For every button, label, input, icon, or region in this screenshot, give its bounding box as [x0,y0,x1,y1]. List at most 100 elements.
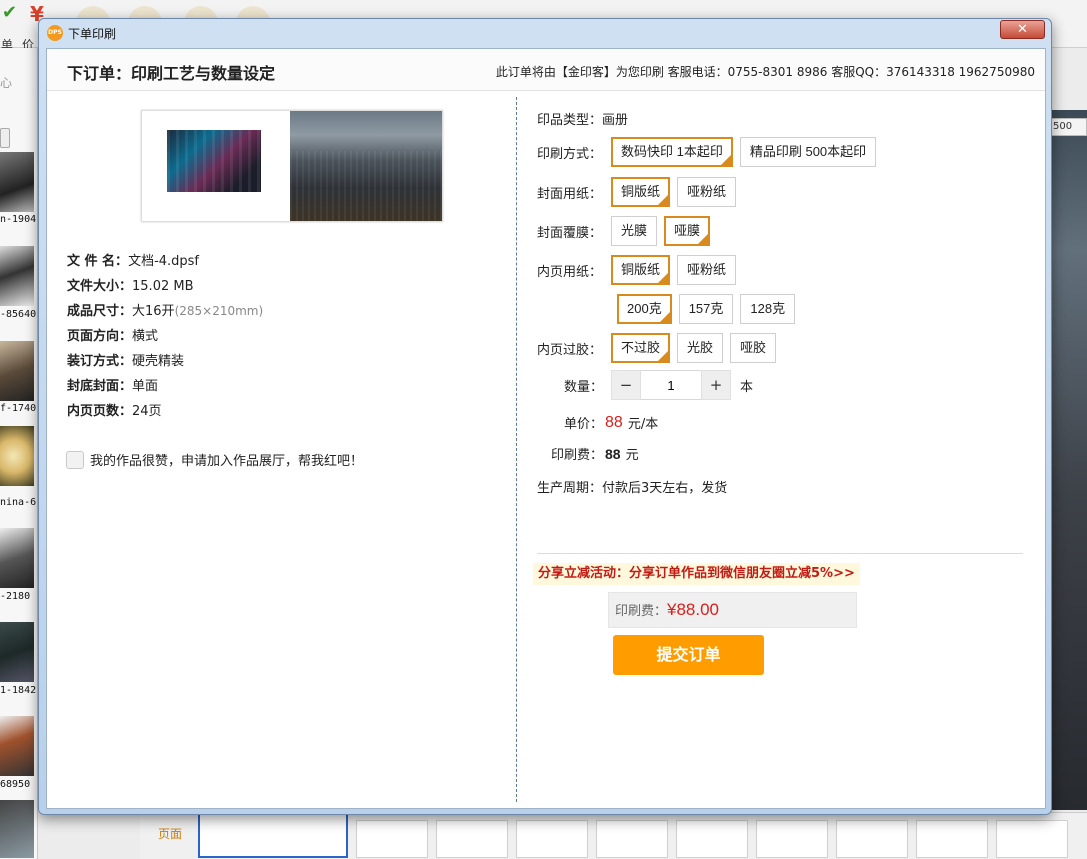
page-thumbnail[interactable] [596,820,668,858]
thumbnail-image[interactable] [0,426,34,486]
row-cover-film: 封面覆膜： 光膜 哑膜 [537,216,717,247]
thumbnail-image[interactable] [0,800,34,858]
info-value: 15.02 MB [132,279,194,294]
row-inner-paper: 内页用纸： 铜版纸 哑粉纸 [537,255,743,286]
info-key: 文件大小： [67,279,133,294]
print-method-digital-option[interactable]: 数码快印 1本起印 [611,137,733,168]
thumbnail-image[interactable] [0,528,34,588]
section-divider [537,553,1023,554]
print-method-premium-option[interactable]: 精品印刷 500本起印 [739,137,877,167]
thumbnail-caption: f-1740 [0,403,37,414]
panel-header: 下订单：印刷工艺与数量设定 此订单将由【金印客】为您印刷 客服电话：0755-8… [47,49,1045,91]
lamination-matte-option[interactable]: 哑胶 [730,333,777,363]
thumbnail-image[interactable] [0,622,34,682]
inner-paper-label: 内页用纸： [537,264,603,280]
lamination-gloss-option[interactable]: 光胶 [677,333,724,363]
inner-lamination-label: 内页过胶： [537,342,603,358]
quantity-unit: 本 [740,379,754,395]
info-value: 单面 [132,379,159,394]
file-info-row: 内页页数：24页 [67,399,263,424]
row-quantity: 数量： − + 本 [564,370,753,400]
file-info-row: 装订方式：硬壳精装 [67,349,263,374]
info-key: 内页页数： [67,404,133,419]
page-thumbnail[interactable] [996,820,1068,858]
front-cover-preview [290,111,442,221]
gallery-checkbox-row[interactable]: 我的作品很赞，申请加入作品展厅，帮我红吧！ [66,450,363,469]
info-value: 文档-4.dpsf [128,254,200,269]
page-thumbnail[interactable] [436,820,508,858]
quantity-stepper: − + [611,370,732,400]
thumbnail-image[interactable] [0,716,34,776]
row-cover-paper: 封面用纸： 铜版纸 哑粉纸 [537,177,743,208]
decrement-button[interactable]: − [611,370,642,400]
quantity-input[interactable] [641,370,702,400]
quantity-label: 数量： [564,379,604,395]
inner-weight-157-option[interactable]: 157克 [678,294,734,324]
total-fee-amount: ¥88.00 [667,600,720,619]
gallery-checkbox[interactable] [66,450,84,469]
cover-film-matte-option[interactable]: 哑膜 [664,216,711,247]
sidebar-label: 心 [0,76,13,90]
info-value: 24页 [132,404,162,419]
total-fee-label: 印刷费： [615,604,668,619]
thumbnail-image[interactable] [0,341,34,401]
row-production-cycle: 生产周期： 付款后3天左右，发货 [537,477,727,496]
production-cycle-value: 付款后3天左右，发货 [602,481,728,496]
info-key: 文 件 名： [67,254,129,269]
file-info-row: 页面方向：横式 [67,324,263,349]
unit-price-label: 单价： [564,417,604,432]
info-value: 大16开 [132,304,175,319]
dialog-titlebar[interactable]: DPS 下单印刷 ✕ [39,19,1051,47]
page-thumbnail[interactable] [516,820,588,858]
page-tab-label[interactable]: 页面 [158,825,182,842]
thumbnail-caption: nina-6 [0,497,37,508]
page-thumbnail[interactable] [356,820,428,858]
lamination-none-option[interactable]: 不过胶 [611,333,671,364]
inner-weight-128-option[interactable]: 128克 [740,294,796,324]
page-thumbnail[interactable] [756,820,828,858]
thumbnail-caption: 1-1842 [0,685,37,696]
thumbnail-caption: -2180 [0,591,31,602]
row-inner-lamination: 内页过胶： 不过胶 光胶 哑胶 [537,333,783,364]
info-value: 硬壳精装 [132,354,185,369]
share-promo-link[interactable]: 分享立减活动：分享订单作品到微信朋友圈立减5%>> [533,563,860,585]
column-divider [516,97,517,802]
thumbnail-caption: n-1904 [0,214,37,225]
thumbnail-image[interactable] [0,152,34,212]
gallery-checkbox-label[interactable]: 我的作品很赞，申请加入作品展厅，帮我红吧！ [90,450,363,469]
cover-paper-coated-option[interactable]: 铜版纸 [611,177,671,208]
print-fee-value: 88 [605,445,621,462]
contact-info: 此订单将由【金印客】为您印刷 客服电话：0755-8301 8986 客服QQ：… [495,65,1035,79]
cover-paper-matte-option[interactable]: 哑粉纸 [677,177,737,207]
inner-paper-coated-option[interactable]: 铜版纸 [611,255,671,286]
cover-film-gloss-option[interactable]: 光膜 [611,216,658,246]
close-button[interactable]: ✕ [1000,20,1045,39]
page-thumbnail[interactable] [836,820,908,858]
info-key: 页面方向： [67,329,133,344]
unit-price-unit: 元/本 [627,417,659,432]
page-thumbnail[interactable] [916,820,988,858]
sidebar-button[interactable] [0,128,10,148]
file-info-row: 成品尺寸：大16开(285×210mm) [67,299,263,324]
window-title: 下单印刷 [68,27,117,41]
info-key: 装订方式： [67,354,133,369]
page-title: 下订单：印刷工艺与数量设定 [67,64,276,83]
info-value: 横式 [132,329,159,344]
page-thumbnail-active[interactable] [198,812,348,858]
checkmark-icon[interactable]: ✔ [2,2,17,23]
row-unit-price: 单价： 88 元/本 [564,413,659,433]
inner-paper-matte-option[interactable]: 哑粉纸 [677,255,737,285]
production-cycle-label: 生产周期： [537,481,603,496]
inner-weight-200-option[interactable]: 200克 [617,294,672,325]
back-cover-preview [142,111,290,221]
submit-order-button[interactable]: 提交订单 [613,635,764,675]
cover-preview [141,110,443,222]
page-thumbnail[interactable] [676,820,748,858]
dps-logo-icon: DPS [47,25,63,41]
product-type-label: 印品类型： [537,113,603,128]
row-product-type: 印品类型： 画册 [537,109,628,128]
unit-price-value: 88 [605,413,623,431]
thumbnail-caption: -85640 [0,309,37,320]
thumbnail-image[interactable] [0,246,34,306]
increment-button[interactable]: + [701,370,732,400]
